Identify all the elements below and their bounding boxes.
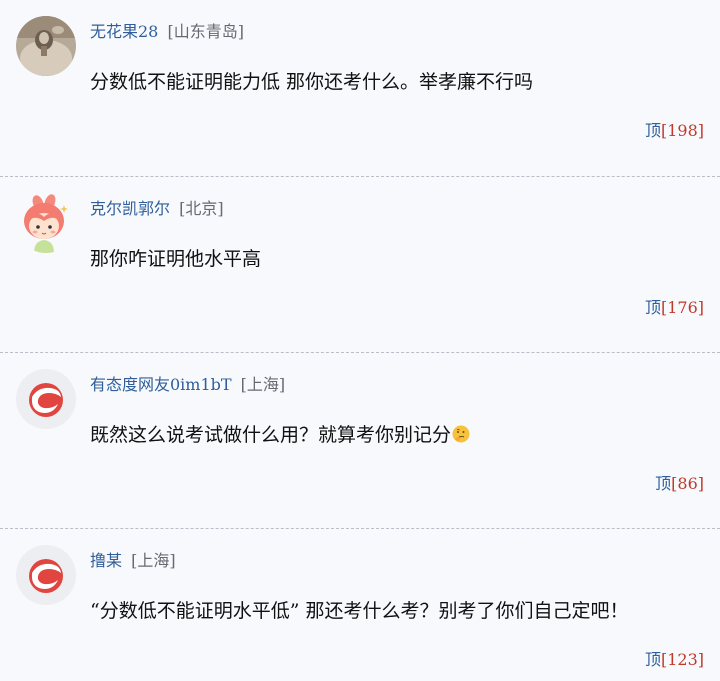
comment-text-content: 既然这么说考试做什么用？就算考你别记分 bbox=[90, 424, 452, 446]
thinking-face-emoji-icon bbox=[452, 422, 470, 443]
avatar[interactable] bbox=[16, 545, 76, 605]
comment-item: 有态度网友0im1bT [上海] 既然这么说考试做什么用？就算考你别记分 顶[8… bbox=[0, 352, 720, 528]
user-location: [山东青岛] bbox=[167, 22, 244, 41]
comment-meta: 撸某 [上海] bbox=[90, 549, 176, 573]
upvote-count: [123] bbox=[660, 650, 704, 669]
username-link[interactable]: 有态度网友0im1bT bbox=[90, 375, 232, 394]
cartoon-girl-icon bbox=[24, 194, 68, 253]
upvote-count: [176] bbox=[660, 298, 704, 317]
upvote-count: [198] bbox=[660, 121, 704, 140]
comment-text: 分数低不能证明能力低 那你还考什么。举孝廉不行吗 bbox=[90, 71, 534, 93]
comment-item: 无花果28 [山东青岛] 分数低不能证明能力低 那你还考什么。举孝廉不行吗 顶[… bbox=[0, 0, 720, 176]
comment-text: “分数低不能证明水平低” 那还考什么考？别考了你们自己定吧！ bbox=[90, 600, 629, 622]
upvote-button[interactable]: 顶[176] bbox=[645, 297, 704, 319]
upvote-label: 顶 bbox=[644, 650, 661, 669]
upvote-button[interactable]: 顶[86] bbox=[655, 473, 704, 495]
netease-logo-icon bbox=[16, 545, 76, 605]
comment-meta: 无花果28 [山东青岛] bbox=[90, 20, 244, 44]
comment-item: 克尔凯郭尔 [北京] 那你咋证明他水平高 顶[176] bbox=[0, 176, 720, 352]
upvote-label: 顶 bbox=[644, 121, 661, 140]
netease-logo-icon bbox=[16, 369, 76, 429]
user-location: [上海] bbox=[240, 375, 286, 394]
comment-item: 撸某 [上海] “分数低不能证明水平低” 那还考什么考？别考了你们自己定吧！ 顶… bbox=[0, 528, 720, 681]
photo-avatar-icon bbox=[16, 16, 76, 76]
upvote-count: [86] bbox=[671, 474, 704, 493]
avatar[interactable] bbox=[16, 16, 76, 76]
user-location: [上海] bbox=[131, 551, 176, 570]
avatar[interactable] bbox=[16, 193, 76, 253]
user-location: [北京] bbox=[179, 199, 224, 218]
upvote-button[interactable]: 顶[123] bbox=[645, 649, 704, 671]
comment-text: 那你咋证明他水平高 bbox=[90, 248, 262, 270]
avatar[interactable] bbox=[16, 369, 76, 429]
username-link[interactable]: 克尔凯郭尔 bbox=[90, 199, 170, 218]
username-link[interactable]: 撸某 bbox=[90, 551, 122, 570]
comment-meta: 有态度网友0im1bT [上海] bbox=[90, 373, 285, 397]
upvote-label: 顶 bbox=[655, 474, 672, 493]
username-link[interactable]: 无花果28 bbox=[90, 22, 158, 41]
upvote-button[interactable]: 顶[198] bbox=[645, 120, 704, 142]
comment-list: 无花果28 [山东青岛] 分数低不能证明能力低 那你还考什么。举孝廉不行吗 顶[… bbox=[0, 0, 720, 681]
comment-text: 既然这么说考试做什么用？就算考你别记分 bbox=[90, 420, 470, 450]
upvote-label: 顶 bbox=[644, 298, 661, 317]
comment-meta: 克尔凯郭尔 [北京] bbox=[90, 197, 224, 221]
